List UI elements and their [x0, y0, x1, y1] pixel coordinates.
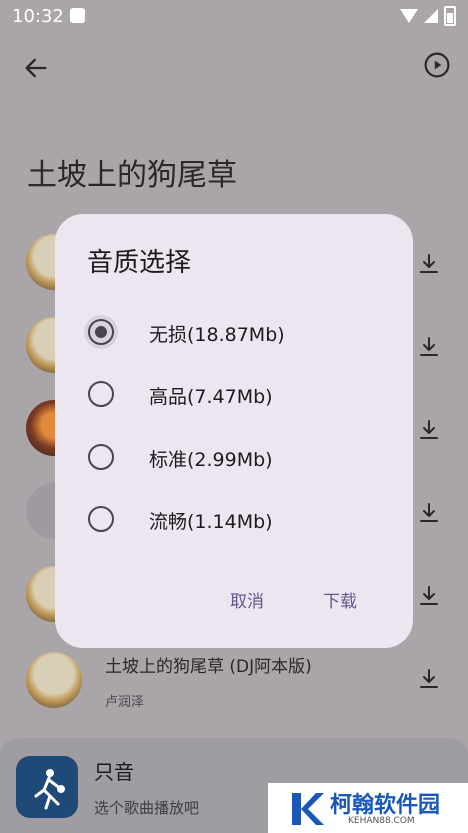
quality-option-high[interactable]: 高品(7.47Mb) — [55, 369, 413, 419]
wifi-icon — [400, 9, 418, 23]
kehan-logo-icon — [292, 793, 324, 825]
dialog-title: 音质选择 — [87, 248, 192, 278]
quality-option-label: 流畅(1.14Mb) — [149, 511, 273, 533]
download-icon[interactable] — [417, 667, 441, 691]
radio-button[interactable] — [88, 444, 114, 470]
album-cover — [26, 652, 82, 708]
quality-dialog: 音质选择 无损(18.87Mb) 高品(7.47Mb) 标准(2.99Mb) 流… — [55, 214, 413, 648]
play-all-icon[interactable] — [424, 52, 450, 78]
quality-option-standard[interactable]: 标准(2.99Mb) — [55, 432, 413, 482]
quality-option-label: 标准(2.99Mb) — [149, 449, 273, 471]
back-arrow-icon[interactable] — [22, 54, 50, 82]
quality-option-smooth[interactable]: 流畅(1.14Mb) — [55, 494, 413, 544]
battery-icon — [444, 6, 456, 26]
quality-option-lossless[interactable]: 无损(18.87Mb) — [55, 307, 413, 357]
download-icon[interactable] — [417, 501, 441, 525]
radio-button[interactable] — [88, 506, 114, 532]
song-title: 土坡上的狗尾草 (DJ阿本版) — [105, 657, 312, 677]
song-artist: 卢润泽 — [105, 695, 145, 710]
radio-button-selected[interactable] — [88, 319, 114, 345]
watermark: 柯翰软件园 KEHAN88.COM — [268, 783, 468, 833]
watermark-url: KEHAN88.COM — [348, 816, 415, 826]
player-title: 只音 — [94, 760, 134, 784]
radio-button[interactable] — [88, 381, 114, 407]
cancel-button[interactable]: 取消 — [230, 587, 264, 612]
basketball-player-icon — [34, 769, 65, 810]
quality-option-label: 无损(18.87Mb) — [149, 324, 285, 346]
download-icon[interactable] — [417, 335, 441, 359]
download-button[interactable]: 下载 — [323, 587, 357, 612]
status-bar: 10:32 — [0, 0, 468, 34]
download-icon[interactable] — [417, 252, 441, 276]
download-icon[interactable] — [417, 418, 441, 442]
page-title: 土坡上的狗尾草 — [27, 158, 237, 193]
signal-icon — [424, 9, 438, 23]
watermark-name: 柯翰软件园 — [330, 793, 441, 818]
download-icon[interactable] — [417, 584, 441, 608]
player-subtitle: 选个歌曲播放吧 — [94, 799, 200, 817]
quality-option-label: 高品(7.47Mb) — [149, 386, 273, 408]
status-icons — [400, 6, 456, 26]
status-time: 10:32 — [12, 6, 64, 27]
player-artwork — [16, 756, 78, 818]
notification-icon — [70, 8, 85, 23]
